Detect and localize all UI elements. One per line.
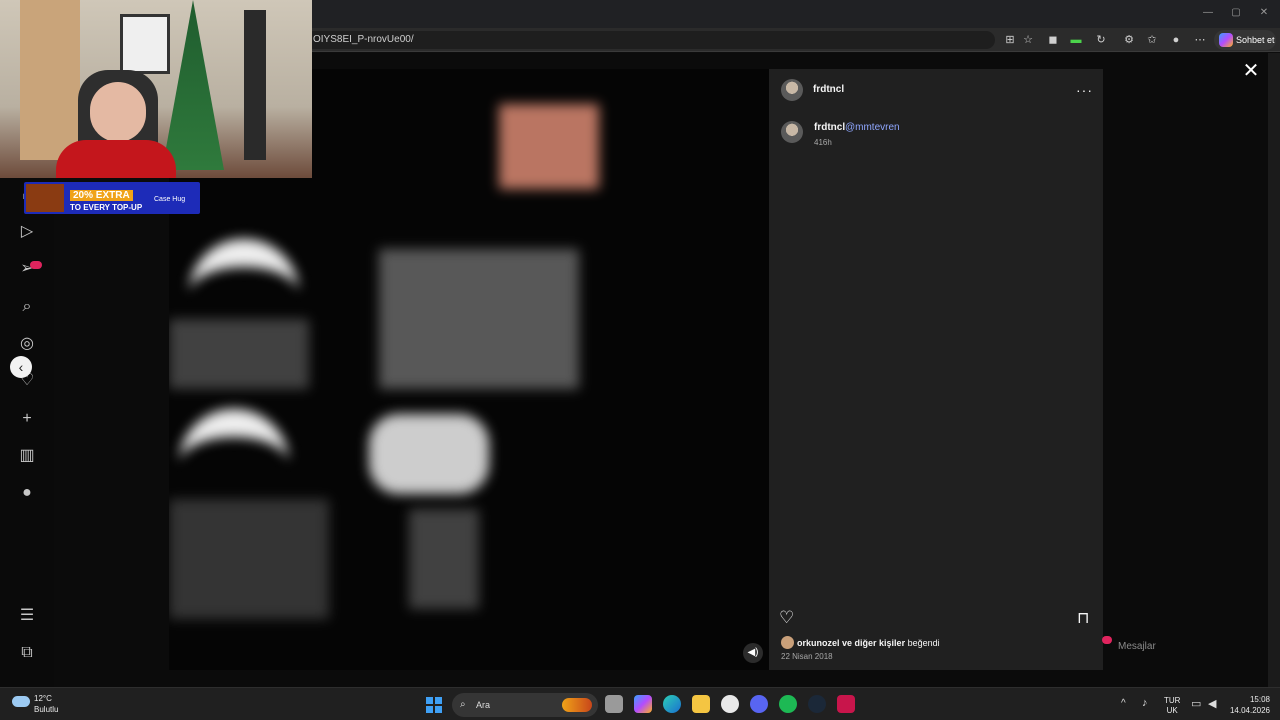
file-explorer-icon[interactable]: [692, 695, 710, 713]
previous-post-button[interactable]: ‹: [10, 356, 32, 378]
microphone-icon[interactable]: ♪: [1142, 697, 1148, 709]
clock-app-icon[interactable]: [721, 695, 739, 713]
weather-desc[interactable]: Bulutlu: [34, 705, 58, 714]
ad-headline: 20% EXTRA: [70, 190, 133, 201]
messages-label: Mesajlar: [1118, 641, 1156, 652]
scrollbar[interactable]: [1268, 53, 1280, 687]
bookmark-icon[interactable]: ⊓: [1077, 608, 1089, 628]
more-apps-icon[interactable]: ⧉: [16, 642, 38, 664]
video-lower-glow: [169, 499, 329, 619]
explore-icon[interactable]: ◎: [16, 333, 38, 355]
webcam-shirt: [56, 140, 176, 178]
notification-badge: [30, 261, 42, 269]
caption-username[interactable]: frdtncl: [814, 122, 845, 133]
webcam-face: [90, 82, 146, 142]
heart-icon[interactable]: ♡: [779, 608, 794, 628]
video-arc-1: [189, 239, 299, 319]
profile-icon[interactable]: ●: [1168, 32, 1184, 48]
caption-time: 416h: [814, 138, 832, 147]
create-icon[interactable]: +: [16, 408, 38, 430]
ad-subline: TO EVERY TOP-UP: [70, 203, 143, 212]
search-icon: ⌕: [460, 699, 466, 710]
ad-brand: Case Hug: [154, 196, 186, 203]
webcam-overlay: [0, 0, 312, 178]
search-highlight-icon: [562, 698, 592, 712]
menu-icon[interactable]: ☰: [16, 605, 38, 627]
task-view-icon[interactable]: [605, 695, 623, 713]
extension-icon[interactable]: ◼: [1045, 32, 1061, 48]
clock-date: 14.04.2026: [1229, 706, 1270, 715]
favorites-icon[interactable]: ✩: [1144, 32, 1160, 48]
caption-avatar[interactable]: [781, 121, 803, 143]
liked-by-text: orkunozel ve diğer kişiler beğendi: [797, 638, 940, 648]
webcam-doorframe: [244, 10, 266, 160]
edge-icon[interactable]: [663, 695, 681, 713]
lang-line2: UK: [1166, 706, 1178, 715]
volume-icon[interactable]: ◀: [1208, 697, 1216, 710]
liked-by-rest[interactable]: ve diğer kişiler: [842, 638, 905, 648]
webcam-frame: [120, 14, 170, 74]
app-red-icon[interactable]: [837, 695, 855, 713]
post-details-panel: [769, 69, 1103, 670]
discord-icon[interactable]: [750, 695, 768, 713]
post-date: 22 Nisan 2018: [781, 652, 833, 661]
liked-by-user[interactable]: orkunozel: [797, 638, 840, 648]
reels-icon[interactable]: ▷: [16, 221, 38, 243]
video-arc-2: [179, 409, 289, 489]
video-dial-glow: [169, 319, 309, 389]
webcam-tree: [162, 0, 224, 170]
video-lower-right-glow: [409, 509, 479, 609]
more-options-button[interactable]: ···: [1076, 82, 1093, 98]
network-icon[interactable]: ▭: [1191, 697, 1201, 710]
liked-by-avatar[interactable]: [781, 636, 794, 649]
maximize-button[interactable]: ▢: [1226, 6, 1246, 20]
lang-line1: TUR: [1164, 696, 1181, 705]
chat-button[interactable]: Sohbet et: [1214, 30, 1276, 50]
refresh-icon[interactable]: ↻: [1093, 32, 1109, 48]
chat-button-label: Sohbet et: [1236, 35, 1275, 45]
language-indicator[interactable]: TUR UK: [1164, 696, 1180, 716]
clock-time: 15:08: [1249, 695, 1270, 704]
star-icon[interactable]: ☆: [1020, 32, 1036, 48]
spotify-icon[interactable]: [779, 695, 797, 713]
video-panel-glow: [379, 249, 579, 389]
cloud-icon[interactable]: [12, 696, 30, 707]
more-icon[interactable]: ⋯: [1192, 32, 1208, 48]
minimize-button[interactable]: —: [1198, 6, 1218, 20]
search-icon[interactable]: ⌕: [16, 296, 38, 318]
steam-icon[interactable]: [808, 695, 826, 713]
post-author-username[interactable]: frdtncl: [813, 84, 844, 95]
avatar[interactable]: [781, 79, 803, 101]
extension-green-icon[interactable]: ▬: [1068, 32, 1084, 48]
mute-button[interactable]: ◀): [743, 643, 763, 663]
profile-icon[interactable]: ●: [16, 482, 38, 504]
ad-image: [26, 184, 64, 212]
taskbar-search-label: Ara: [476, 700, 491, 710]
close-post-button[interactable]: ✕: [1240, 60, 1262, 82]
taskbar-search[interactable]: ⌕ Ara: [452, 693, 598, 717]
clock[interactable]: 15:08 14.04.2026: [1228, 694, 1270, 716]
app-icon[interactable]: ⊞: [1002, 32, 1018, 48]
copilot-icon: [1219, 33, 1233, 47]
copilot-app-icon[interactable]: [634, 695, 652, 713]
webcam-door: [20, 0, 80, 160]
liked-suffix: beğendi: [907, 638, 940, 648]
extensions-icon[interactable]: ⚙: [1121, 32, 1137, 48]
caption-mention[interactable]: @mmtevren: [845, 122, 900, 133]
start-button[interactable]: [426, 697, 442, 713]
weather-temp[interactable]: 12°C: [34, 694, 52, 703]
messages-button[interactable]: Mesajlar: [1104, 634, 1244, 660]
chevron-up-icon[interactable]: ^: [1121, 698, 1126, 709]
video-digits-glow: [369, 414, 489, 494]
address-bar[interactable]: OIYS8EI_P-nrovUe00/: [305, 31, 995, 49]
close-window-button[interactable]: ✕: [1254, 6, 1274, 20]
dashboard-icon[interactable]: ▥: [16, 445, 38, 467]
video-light-red: [499, 104, 599, 189]
